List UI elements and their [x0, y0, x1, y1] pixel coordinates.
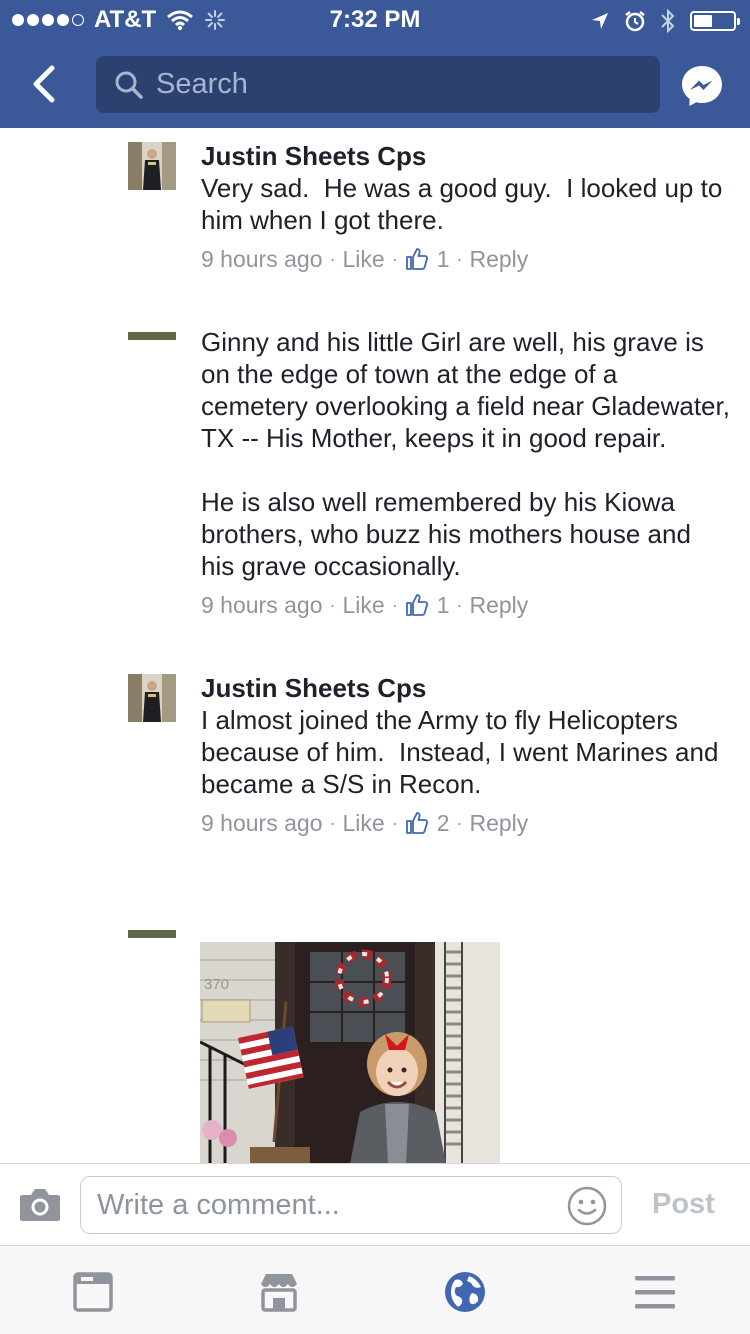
thumbs-up-icon [405, 811, 429, 835]
camera-button[interactable] [18, 1186, 62, 1224]
comment-input[interactable]: Write a comment... [80, 1176, 622, 1234]
search-icon [115, 71, 143, 99]
menu-icon [635, 1276, 675, 1309]
comment-author[interactable]: Justin Sheets Cps [201, 140, 731, 172]
comment-timestamp: 9 hours ago [201, 592, 323, 618]
comment-timestamp: 9 hours ago [201, 246, 323, 272]
news-feed-icon [73, 1272, 113, 1312]
comment-meta: 9 hours ago · Like · 1 · Reply [201, 244, 731, 274]
comment-meta: 9 hours ago · Like · 2 · Reply [201, 808, 731, 838]
comment-photo[interactable]: 370 [200, 942, 500, 1164]
status-right [590, 7, 740, 35]
marketplace-icon [261, 1274, 297, 1312]
status-bar: AT&T 7:32 PM [0, 0, 750, 40]
search-placeholder: Search [156, 68, 248, 100]
comment-timestamp: 9 hours ago [201, 810, 323, 836]
like-count[interactable]: 1 [437, 590, 450, 620]
post-button[interactable]: Post [652, 1188, 715, 1221]
app-root: AT&T 7:32 PM Search Justin Sheets Cps Ve… [0, 0, 750, 1334]
search-input[interactable]: Search [96, 56, 660, 113]
location-arrow-icon [592, 13, 608, 29]
reply-link[interactable]: Reply [469, 590, 528, 620]
avatar[interactable] [128, 930, 176, 938]
comment-body: Justin Sheets Cps I almost joined the Ar… [201, 672, 731, 838]
emoji-icon [567, 1186, 607, 1226]
meta-separator: · [391, 249, 398, 269]
messenger-button[interactable] [680, 64, 724, 108]
battery-icon [690, 11, 740, 31]
house-number: 370 [204, 976, 229, 993]
avatar[interactable] [128, 332, 176, 340]
meta-separator: · [329, 813, 336, 833]
comment-text: Ginny and his little Girl are well, his … [201, 327, 730, 581]
bluetooth-icon [661, 8, 675, 34]
tab-menu[interactable] [633, 1270, 677, 1314]
back-button[interactable] [20, 60, 68, 108]
like-count[interactable]: 1 [437, 244, 450, 274]
tab-marketplace[interactable] [257, 1270, 301, 1314]
reply-link[interactable]: Reply [469, 244, 528, 274]
like-count[interactable]: 2 [437, 808, 450, 838]
tab-notifications[interactable] [443, 1270, 487, 1314]
comment-author[interactable]: Justin Sheets Cps [201, 672, 731, 704]
comment-meta: 9 hours ago · Like · 1 · Reply [201, 590, 731, 620]
comment-text: I almost joined the Army to fly Helicopt… [201, 705, 726, 799]
meta-separator: · [391, 595, 398, 615]
chevron-left-icon [33, 65, 55, 103]
meta-separator: · [456, 595, 463, 615]
meta-separator: · [329, 595, 336, 615]
tab-news-feed[interactable] [71, 1270, 115, 1314]
meta-separator: · [391, 813, 398, 833]
avatar[interactable] [128, 674, 176, 722]
like-link[interactable]: Like [342, 808, 384, 838]
thumbs-up-icon [405, 247, 429, 271]
like-link[interactable]: Like [342, 244, 384, 274]
emoji-button[interactable] [567, 1186, 607, 1226]
tab-bar [0, 1245, 750, 1334]
thumbs-up-icon [405, 593, 429, 617]
like-link[interactable]: Like [342, 590, 384, 620]
comment-body: Justin Sheets Cps Very sad. He was a goo… [201, 140, 731, 274]
meta-separator: · [329, 249, 336, 269]
meta-separator: · [456, 249, 463, 269]
reply-link[interactable]: Reply [469, 808, 528, 838]
comment-body: Ginny and his little Girl are well, his … [201, 326, 731, 620]
avatar[interactable] [128, 142, 176, 190]
comment-input-placeholder: Write a comment... [97, 1188, 340, 1221]
comment-text: Very sad. He was a good guy. I looked up… [201, 173, 730, 235]
meta-separator: · [456, 813, 463, 833]
comment-composer: Write a comment... Post [0, 1163, 750, 1245]
notifications-globe-icon [445, 1272, 485, 1312]
messenger-icon [682, 66, 722, 106]
alarm-icon [625, 11, 645, 32]
camera-icon [20, 1189, 60, 1221]
navigation-bar: Search [0, 40, 750, 128]
